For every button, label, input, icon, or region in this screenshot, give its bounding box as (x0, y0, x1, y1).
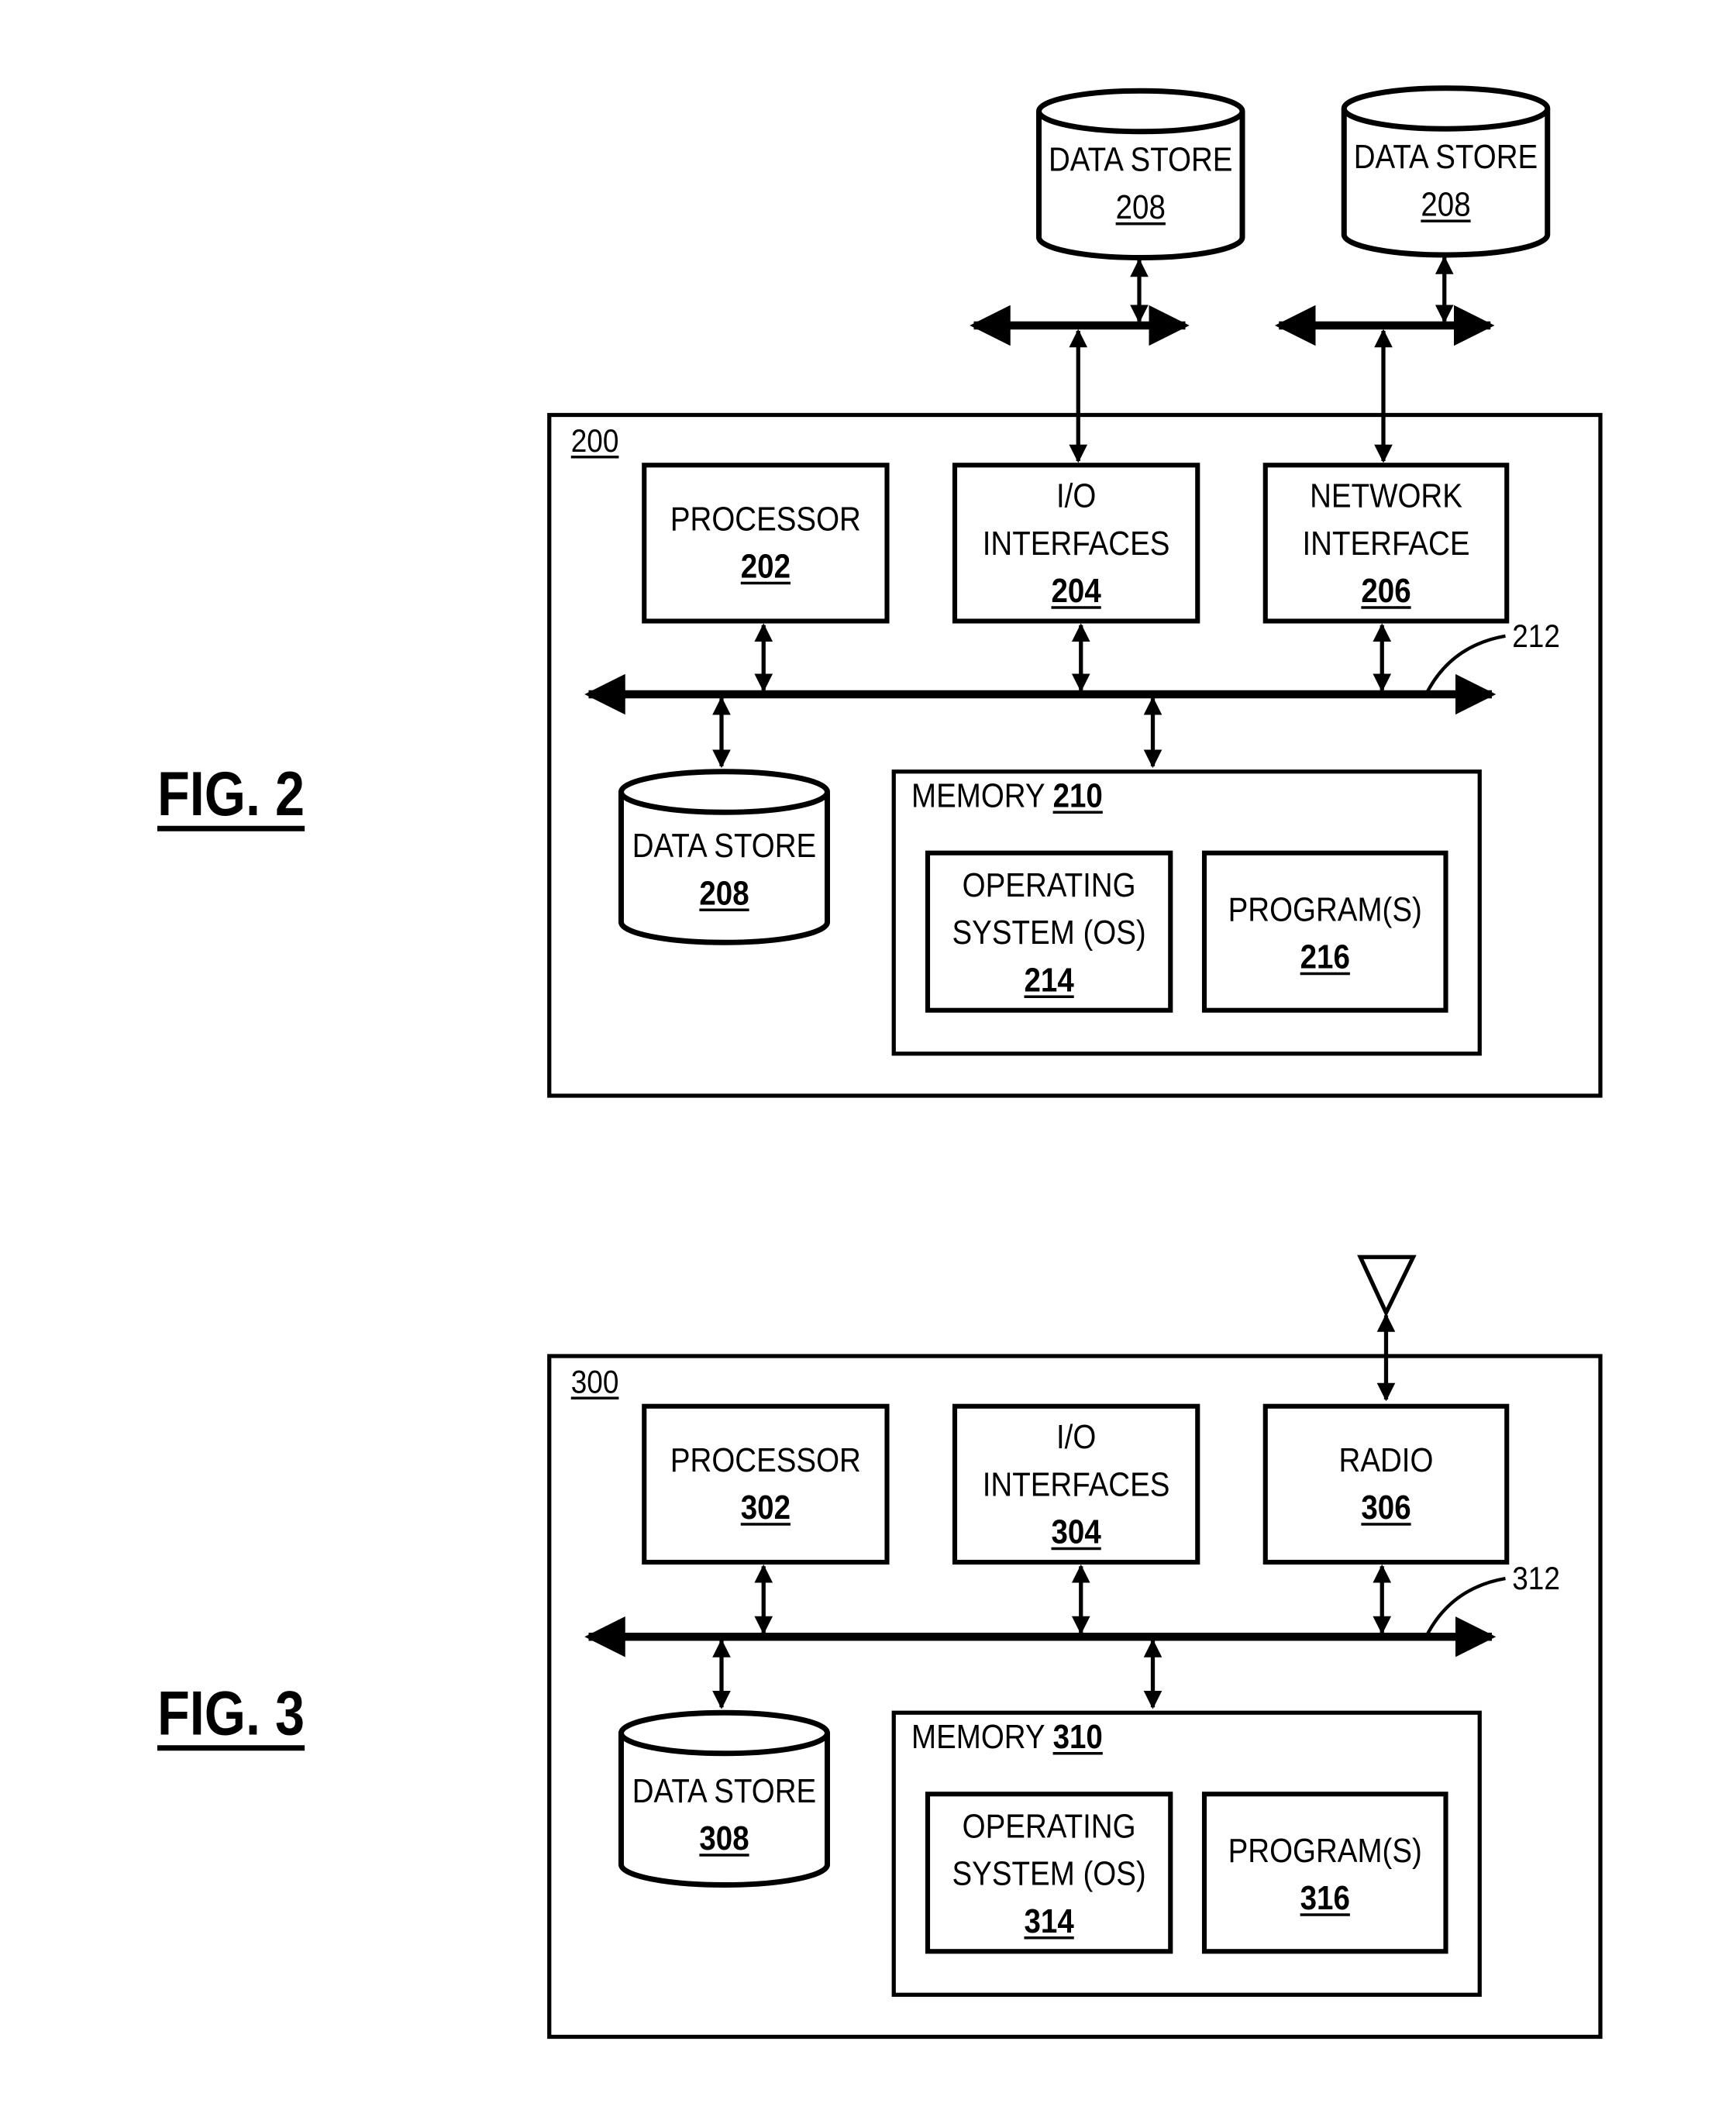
fig2-network-label: NETWORK INTERFACE 206 (1280, 473, 1492, 616)
patent-drawing-sheet: FIG. 2 200 212 DATA STORE 208 DATA STORE… (0, 0, 1736, 2117)
programs-title: PROGRAM(S) (1228, 1832, 1422, 1871)
fig3-bus-leader-line (1425, 1576, 1506, 1637)
os-number: 214 (1024, 961, 1074, 1000)
fig2-processor-label: PROCESSOR 202 (659, 497, 873, 592)
fig2-programs-label: PROGRAM(S) 216 (1219, 887, 1431, 983)
memory-title: MEMORY (911, 1718, 1045, 1757)
memory-title: MEMORY (911, 776, 1045, 815)
io-title-line2: INTERFACES (982, 1465, 1170, 1504)
fig2-external-store-2-label: DATA STORE 208 (1327, 134, 1566, 229)
os-number: 314 (1024, 1902, 1074, 1941)
fig3-io-label: I/O INTERFACES 304 (970, 1414, 1183, 1557)
network-number: 206 (1361, 572, 1411, 611)
programs-number: 316 (1300, 1879, 1350, 1918)
fig3-memory-label: MEMORY 310 (911, 1714, 1114, 1761)
fig3-device-ref: 300 (570, 1364, 619, 1401)
processor-number: 202 (740, 548, 790, 586)
io-title-line1: I/O (1056, 1418, 1097, 1457)
fig3-internal-store-label: DATA STORE 308 (605, 1768, 844, 1864)
io-title-line1: I/O (1056, 477, 1097, 515)
processor-title: PROCESSOR (670, 1441, 861, 1480)
store-label: DATA STORE (632, 827, 817, 866)
fig3-os-label: OPERATING SYSTEM (OS) 314 (942, 1804, 1156, 1947)
fig3-processor-label: PROCESSOR 302 (659, 1437, 873, 1533)
fig2-io-label: I/O INTERFACES 204 (970, 473, 1183, 616)
store-number: 308 (699, 1819, 749, 1858)
memory-number: 210 (1052, 776, 1103, 815)
store-label: DATA STORE (632, 1772, 817, 1811)
radio-number: 306 (1361, 1489, 1411, 1527)
os-title-line2: SYSTEM (OS) (952, 914, 1146, 952)
processor-title: PROCESSOR (670, 500, 861, 539)
fig2-memory-label: MEMORY 210 (911, 773, 1114, 821)
io-title-line2: INTERFACES (982, 525, 1170, 563)
network-title-line1: NETWORK (1310, 477, 1462, 515)
fig2-os-label: OPERATING SYSTEM (OS) 214 (942, 862, 1156, 1005)
network-title-line2: INTERFACE (1302, 525, 1470, 563)
fig3-antenna-icon (1357, 1255, 1417, 1318)
fig2-bus-leader-line (1425, 634, 1506, 694)
os-title-line1: OPERATING (962, 1807, 1136, 1846)
os-title-line2: SYSTEM (OS) (952, 1855, 1146, 1893)
memory-number: 310 (1052, 1718, 1103, 1757)
diagram-lines (547, 85, 1603, 2040)
fig2-caption: FIG. 2 (157, 758, 305, 829)
fig3-radio-label: RADIO 306 (1280, 1437, 1492, 1533)
fig3-bus-ref: 312 (1512, 1561, 1560, 1598)
store-number: 208 (699, 874, 749, 913)
store-number: 208 (1421, 185, 1471, 224)
fig2-bus-ref: 212 (1512, 618, 1560, 656)
store-label: DATA STORE (1049, 141, 1233, 179)
programs-title: PROGRAM(S) (1228, 890, 1422, 929)
fig2-device-ref: 200 (570, 423, 619, 460)
fig3-caption: FIG. 3 (157, 1677, 305, 1748)
store-label: DATA STORE (1353, 138, 1538, 177)
store-number: 208 (1115, 188, 1166, 227)
os-title-line1: OPERATING (962, 866, 1136, 905)
io-number: 204 (1051, 572, 1101, 611)
processor-number: 302 (740, 1489, 790, 1527)
io-number: 304 (1051, 1513, 1101, 1551)
radio-title: RADIO (1338, 1441, 1434, 1480)
programs-number: 216 (1300, 938, 1350, 976)
fig2-internal-store-label: DATA STORE 208 (605, 823, 844, 918)
fig2-external-store-1-label: DATA STORE 208 (1021, 137, 1260, 232)
fig3-programs-label: PROGRAM(S) 316 (1219, 1828, 1431, 1923)
